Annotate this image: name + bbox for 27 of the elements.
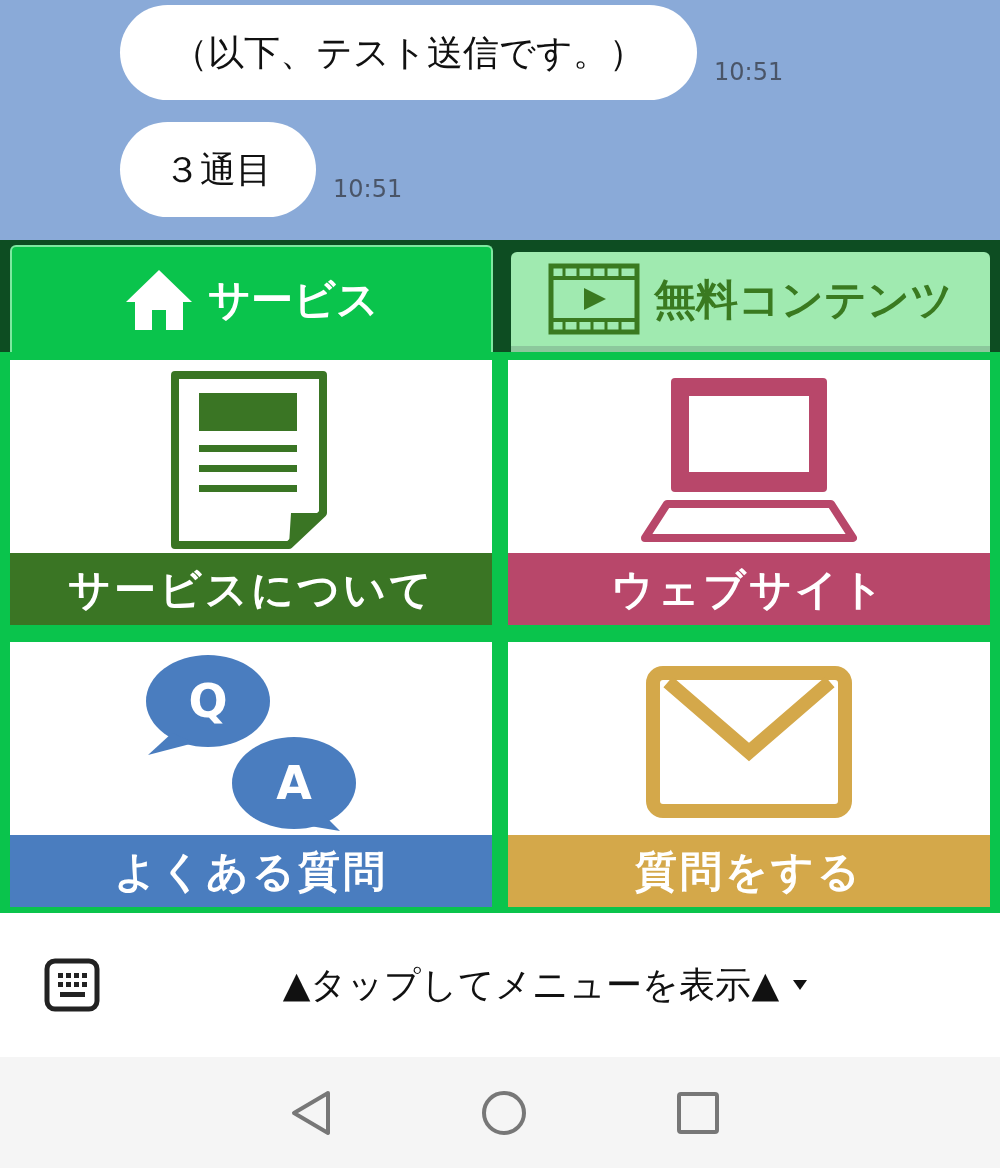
message-time: 10:51 (714, 57, 784, 88)
menu-tile[interactable]: Q A よくある質問 (10, 642, 492, 907)
keyboard-icon[interactable] (44, 958, 100, 1012)
message-bubble: （以下、テスト送信です。） (120, 5, 697, 100)
menu-tile-label: サービスについて (10, 553, 492, 625)
menu-tab[interactable]: 無料コンテンツ (511, 252, 990, 352)
menu-tile[interactable]: 質問をする (508, 642, 990, 907)
message-bubble: ３通目 (120, 122, 316, 217)
q-letter: Q (188, 673, 228, 728)
speech-bubble-icon (232, 736, 356, 831)
message-time: 10:51 (333, 174, 403, 205)
a-letter: A (276, 755, 312, 810)
house-icon (124, 267, 194, 332)
caret-icon[interactable] (793, 980, 808, 990)
menu-tile-label: ウェブサイト (508, 553, 990, 625)
recents-icon[interactable] (677, 1091, 719, 1134)
menu-tile-label: よくある質問 (10, 835, 492, 907)
menu-tile[interactable]: サービスについて (10, 360, 492, 625)
menu-toggle-label[interactable]: ▲タップしてメニューを表示▲ (282, 958, 780, 1012)
speech-bubble-icon (146, 654, 270, 755)
menu-tab[interactable]: サービス (10, 245, 493, 352)
envelope-icon (646, 665, 852, 818)
menu-tile[interactable]: ウェブサイト (508, 360, 990, 625)
film-icon (548, 263, 640, 335)
menu-tile-label: 質問をする (508, 835, 990, 907)
back-icon[interactable] (291, 1089, 331, 1136)
home-icon[interactable] (481, 1089, 527, 1136)
